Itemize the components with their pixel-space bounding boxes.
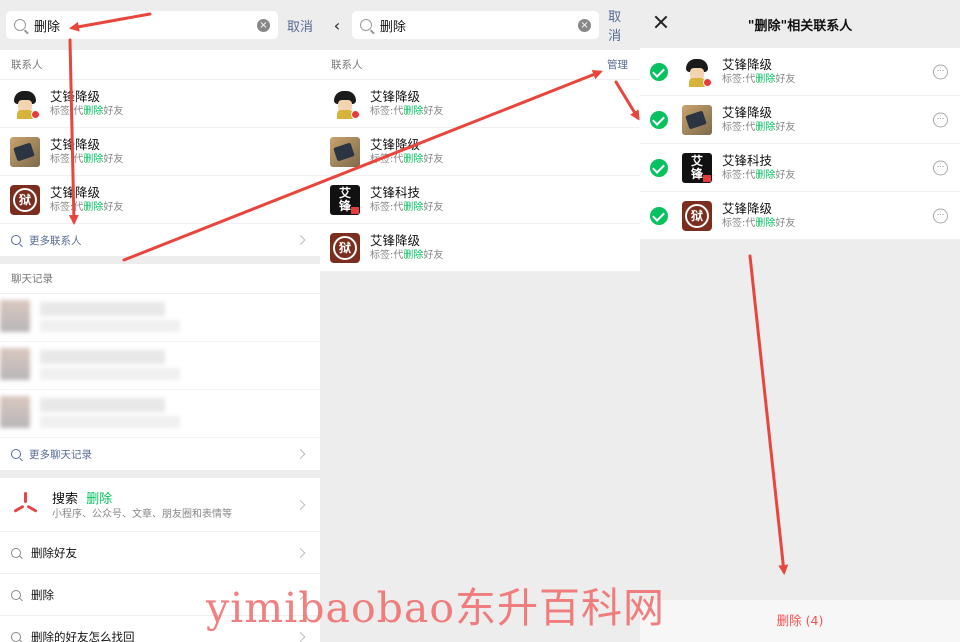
contact-name: 艾锋降级	[722, 56, 773, 72]
selectable-contact-row[interactable]: 艾锋降级 标签:代删除好友 ···	[640, 96, 960, 144]
chat-section-label: 聊天记录	[0, 264, 320, 294]
contact-tag: 标签:代删除好友	[722, 217, 796, 229]
suggestion-item[interactable]: 删除好友	[0, 532, 320, 574]
cartoon-avatar	[682, 56, 712, 87]
manage-button[interactable]: 管理	[607, 50, 628, 80]
search-bar: 删除 × 取消	[0, 0, 320, 50]
more-contacts-link[interactable]: 更多联系人	[0, 224, 320, 256]
watermark-text: yimibaobao东升百科网	[206, 584, 666, 632]
contact-name: 艾锋科技	[370, 184, 421, 200]
contact-tag: 标签:代删除好友	[722, 73, 796, 85]
cartoon-avatar	[330, 88, 360, 119]
contact-row[interactable]: 狱 艾锋降级 标签:代删除好友	[320, 224, 640, 272]
contact-name: 艾锋降级	[50, 184, 101, 200]
web-search-icon	[12, 491, 40, 519]
contact-name: 艾锋降级	[370, 88, 421, 104]
web-search-sub: 小程序、公众号、文章、朋友圈和表情等	[52, 508, 232, 520]
search-input[interactable]: 删除 ×	[6, 11, 278, 39]
contact-tag: 标签:代删除好友	[722, 121, 796, 133]
selectable-contact-row[interactable]: 艾锋 艾锋科技 标签:代删除好友 ···	[640, 144, 960, 192]
selectable-contact-row[interactable]: 艾锋降级 标签:代删除好友 ···	[640, 48, 960, 96]
contact-row[interactable]: 艾锋降级 标签:代删除好友	[320, 128, 640, 176]
contact-row[interactable]: 艾锋降级 标签:代删除好友	[0, 80, 320, 128]
search-icon	[11, 449, 21, 459]
device-photo-avatar	[330, 136, 360, 167]
search-icon	[11, 631, 21, 642]
contact-tag: 标签:代删除好友	[370, 105, 444, 117]
selectable-contact-row[interactable]: 狱 艾锋降级 标签:代删除好友 ···	[640, 192, 960, 240]
contact-name: 艾锋降级	[50, 88, 101, 104]
device-photo-avatar	[682, 104, 712, 135]
contact-row[interactable]: 艾锋降级 标签:代删除好友	[0, 128, 320, 176]
search-query: 删除	[379, 19, 406, 35]
contact-name: 艾锋降级	[370, 232, 421, 248]
search-bar: ‹ 删除 × 取消	[320, 0, 640, 50]
web-search-keyword: 删除	[86, 491, 113, 507]
contact-tag: 标签:代删除好友	[370, 153, 444, 165]
clear-icon[interactable]: ×	[578, 18, 592, 32]
more-options-icon[interactable]: ···	[933, 112, 948, 127]
web-search-row[interactable]: 搜索 删除 小程序、公众号、文章、朋友圈和表情等	[0, 478, 320, 532]
contact-row[interactable]: 艾锋降级 标签:代删除好友	[320, 80, 640, 128]
checked-icon[interactable]	[650, 158, 668, 177]
back-icon[interactable]: ‹	[326, 16, 348, 35]
chevron-right-icon	[295, 449, 306, 459]
contact-name: 艾锋科技	[722, 152, 773, 168]
contact-row[interactable]: 狱 艾锋降级 标签:代删除好友	[0, 176, 320, 224]
delete-button[interactable]: 删除 (4)	[640, 600, 960, 642]
contact-tag: 标签:代删除好友	[50, 201, 124, 213]
device-photo-avatar	[10, 136, 40, 167]
clear-icon[interactable]: ×	[257, 18, 270, 32]
text-logo-avatar: 艾锋	[330, 184, 360, 215]
seal-avatar: 狱	[682, 200, 712, 231]
contact-tag: 标签:代删除好友	[370, 249, 444, 261]
seal-avatar: 狱	[10, 184, 40, 215]
text-logo-avatar: 艾锋	[682, 152, 712, 183]
search-query: 删除	[34, 19, 61, 35]
page-title: "删除"相关联系人	[747, 18, 853, 34]
contacts-section-label: 联系人	[0, 50, 320, 80]
chevron-right-icon	[295, 235, 306, 245]
search-icon	[359, 19, 372, 31]
search-icon	[11, 547, 21, 558]
contact-tag: 标签:代删除好友	[722, 169, 796, 181]
checked-icon[interactable]	[650, 62, 668, 81]
blurred-chat-row[interactable]	[0, 342, 320, 390]
blurred-chat-row[interactable]	[0, 294, 320, 342]
search-icon	[11, 589, 21, 600]
contact-row[interactable]: 艾锋 艾锋科技 标签:代删除好友	[320, 176, 640, 224]
cartoon-avatar	[10, 88, 40, 119]
blurred-chat-row[interactable]	[0, 390, 320, 438]
more-options-icon[interactable]: ···	[933, 64, 948, 79]
close-icon[interactable]	[654, 15, 668, 29]
contact-name: 艾锋降级	[722, 200, 773, 216]
search-panel: 删除 × 取消 联系人 艾锋降级 标签:代删除好友 艾锋降级 标签:代删除好友 …	[0, 0, 320, 642]
contact-tag: 标签:代删除好友	[50, 105, 124, 117]
contacts-section-label: 联系人 管理	[320, 50, 640, 80]
checked-icon[interactable]	[650, 206, 668, 225]
contact-name: 艾锋降级	[722, 104, 773, 120]
more-chats-link[interactable]: 更多聊天记录	[0, 438, 320, 470]
contact-tag: 标签:代删除好友	[50, 153, 124, 165]
search-icon	[14, 19, 26, 31]
contact-tag: 标签:代删除好友	[370, 201, 444, 213]
chevron-right-icon	[295, 547, 306, 558]
cancel-button[interactable]: 取消	[287, 16, 313, 35]
search-icon	[11, 235, 21, 245]
seal-avatar: 狱	[330, 232, 360, 263]
more-options-icon[interactable]: ···	[933, 160, 948, 175]
contact-name: 艾锋降级	[370, 136, 421, 152]
more-options-icon[interactable]: ···	[933, 208, 948, 223]
search-input[interactable]: 删除 ×	[351, 11, 600, 39]
checked-icon[interactable]	[650, 110, 668, 129]
contacts-result-panel: ‹ 删除 × 取消 联系人 管理 艾锋降级 标签:代删除好友 艾锋降级 标签:代…	[320, 0, 640, 642]
cancel-button[interactable]: 取消	[608, 6, 634, 44]
contact-name: 艾锋降级	[50, 136, 101, 152]
chevron-right-icon	[295, 499, 306, 510]
web-search-title: 搜索	[52, 491, 79, 507]
manage-contacts-panel: "删除"相关联系人 艾锋降级 标签:代删除好友 ··· 艾锋降级 标签:代删除好…	[640, 0, 960, 642]
manage-header: "删除"相关联系人	[640, 0, 960, 48]
